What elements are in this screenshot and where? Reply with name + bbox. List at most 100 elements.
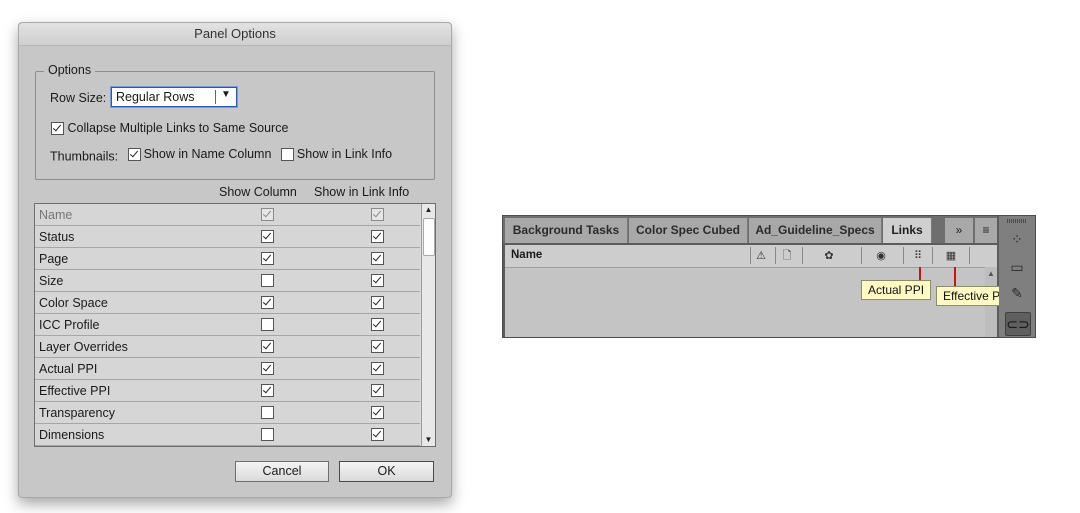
show-column-checkbox [261,208,274,221]
table-row: Status [35,226,420,248]
show-column-checkbox[interactable] [261,340,274,353]
tab-overflow-icon[interactable]: » [945,218,973,243]
thumb-info-option[interactable]: Show in Link Info [280,147,393,161]
row-label: Page [39,252,69,266]
column-separator [750,247,751,264]
show-in-info-checkbox[interactable] [371,340,384,353]
columns-table: Name Status Page Size Color Space ICC Profile… [34,203,436,447]
eye-icon[interactable]: ◉ [873,248,889,264]
scroll-up-arrow-icon[interactable]: ▲ [422,204,435,216]
show-column-checkbox[interactable] [261,318,274,331]
row-size-value: Regular Rows [116,90,195,104]
tab-background-tasks[interactable]: Background Tasks [505,218,628,243]
actual-ppi-callout: Actual PPI [861,280,932,300]
row-label: Size [39,274,64,288]
links-column-header: Name ⚠ 🗋 ✿ ◉ ⠿ ▦ [505,245,997,268]
table-row: Page [35,248,420,270]
table-row: Dimensions [35,424,420,446]
show-in-info-checkbox[interactable] [371,318,384,331]
show-in-info-checkbox[interactable] [371,230,384,243]
collapse-links-checkbox[interactable] [51,122,64,136]
row-label: Name [39,208,73,222]
link-icon[interactable]: ⊂⊃ [1005,312,1031,336]
links-list: Name ⚠ 🗋 ✿ ◉ ⠿ ▦ ▲ Actual PPI Effective … [505,245,1019,337]
table-row: Name [35,204,420,226]
dock-grip[interactable] [1007,219,1027,223]
show-in-info-checkbox[interactable] [371,274,384,287]
row-label: Color Space [39,296,108,310]
actual-ppi-icon[interactable]: ⠿ [910,248,926,264]
table-row: Color Space [35,292,420,314]
panel-menu-icon[interactable]: ≡ [975,218,997,243]
show-in-info-checkbox[interactable] [371,252,384,265]
show-column-header: Show Column [219,185,297,199]
effective-ppi-callout-line [954,267,956,286]
table-row: Actual PPI [35,358,420,380]
dialog-title: Panel Options [19,23,451,46]
thumb-info-label: Show in Link Info [296,147,393,161]
row-size-select[interactable]: Regular Rows ▼ [111,87,237,107]
table-row: Size [35,270,420,292]
show-column-checkbox[interactable] [261,230,274,243]
options-group: Options Row Size: Regular Rows ▼ Collaps… [35,63,435,180]
show-in-info-checkbox[interactable] [371,362,384,375]
table-scrollbar[interactable]: ▲ ▼ [421,204,435,446]
page-icon[interactable]: 🗋 [779,248,795,264]
column-separator [903,247,904,264]
tab-ad-guideline-specs[interactable]: Ad_Guideline_Specs [749,218,882,243]
thumb-info-checkbox[interactable] [280,147,294,161]
tab-color-spec-cubed[interactable]: Color Spec Cubed [629,218,748,243]
show-column-checkbox[interactable] [261,428,274,441]
image-icon[interactable]: ▭ [1005,256,1029,278]
row-label: Actual PPI [39,362,98,376]
scroll-up-arrow-icon[interactable]: ▲ [987,269,995,278]
options-legend: Options [44,63,96,77]
dropdown-arrow-icon: ▼ [221,89,231,100]
show-column-checkbox[interactable] [261,362,274,375]
color-wheel-icon[interactable]: ⁘ [1005,228,1029,250]
show-in-info-checkbox[interactable] [371,428,384,441]
side-dock: ⁘ ▭ ✎ ⊂⊃ [999,216,1035,337]
table-row: Layer Overrides [35,336,420,358]
table-row: ICC Profile [35,314,420,336]
column-separator [861,247,862,264]
row-label: Status [39,230,75,244]
column-separator [775,247,776,264]
brush-icon[interactable]: ✎ [1005,282,1029,304]
actual-ppi-callout-line [919,267,921,280]
show-column-checkbox[interactable] [261,384,274,397]
ok-button[interactable]: OK [339,461,434,482]
show-column-checkbox[interactable] [261,274,274,287]
show-in-info-checkbox[interactable] [371,406,384,419]
show-in-info-checkbox[interactable] [371,296,384,309]
show-in-info-header: Show in Link Info [314,185,410,199]
show-in-info-checkbox [371,208,384,221]
scroll-down-arrow-icon[interactable]: ▼ [422,434,435,446]
column-separator [802,247,803,264]
tab-links[interactable]: Links [883,218,932,243]
effective-ppi-icon[interactable]: ▦ [943,248,959,264]
thumb-name-label: Show in Name Column [143,147,272,161]
collapse-links-option[interactable]: Collapse Multiple Links to Same Source [51,121,289,136]
palette-icon[interactable]: ✿ [821,248,837,264]
collapse-links-label: Collapse Multiple Links to Same Source [67,121,289,135]
thumbnails-row: Thumbnails: Show in Name Column Show in … [50,147,392,164]
warning-icon[interactable]: ⚠ [753,248,769,264]
row-label: Transparency [39,406,115,420]
links-panel: Background Tasks Color Spec Cubed Ad_Gui… [502,215,1036,338]
name-column-header[interactable]: Name [511,249,542,261]
thumb-name-checkbox[interactable] [127,147,141,161]
show-column-checkbox[interactable] [261,296,274,309]
panel-tab-bar: Background Tasks Color Spec Cubed Ad_Gui… [503,216,997,243]
table-row: Transparency [35,402,420,424]
show-column-checkbox[interactable] [261,252,274,265]
table-row: Effective PPI [35,380,420,402]
thumbnails-label: Thumbnails: [50,149,119,164]
scroll-thumb[interactable] [423,218,435,256]
row-size-label: Row Size: [50,91,107,105]
cancel-button[interactable]: Cancel [235,461,329,482]
thumb-name-option[interactable]: Show in Name Column [127,147,272,161]
show-column-checkbox[interactable] [261,406,274,419]
row-label: Dimensions [39,428,105,442]
show-in-info-checkbox[interactable] [371,384,384,397]
